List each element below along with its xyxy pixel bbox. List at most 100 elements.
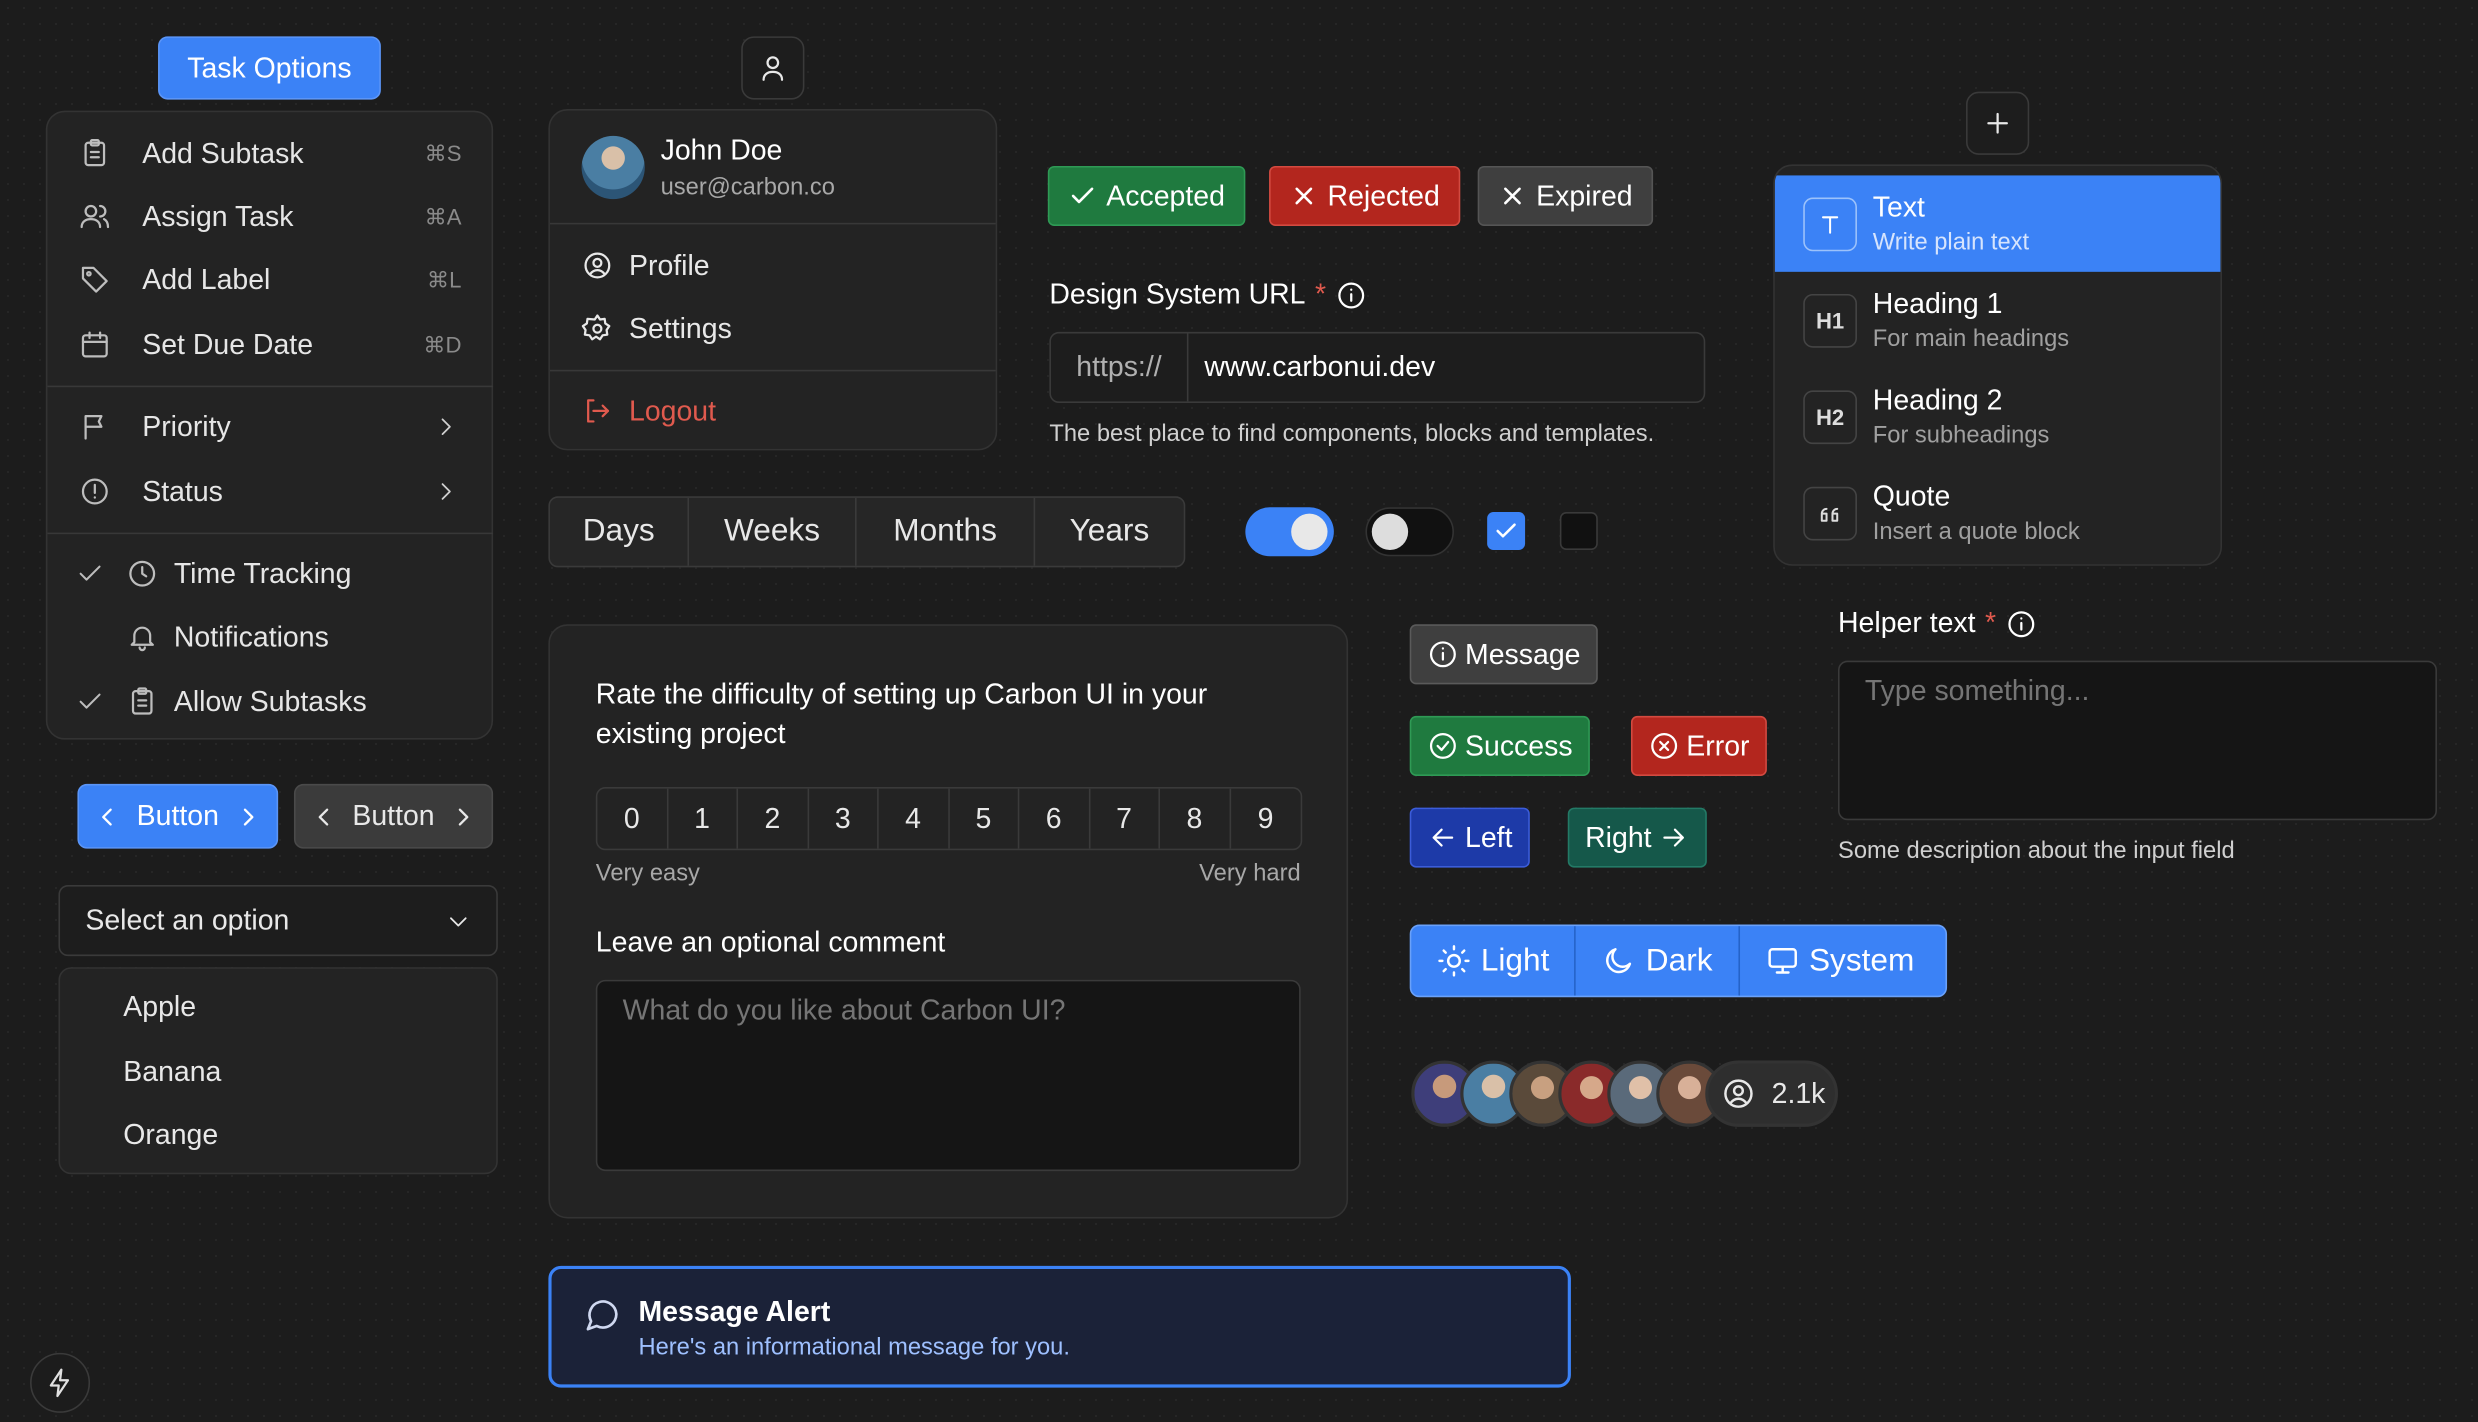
theme-dark[interactable]: Dark: [1576, 926, 1740, 996]
user-circle-icon: [1721, 1076, 1756, 1111]
toggle-switch-on[interactable]: [1245, 507, 1334, 557]
primary-button[interactable]: Button: [77, 783, 279, 849]
menu-item-label: Status: [142, 474, 223, 507]
select-option[interactable]: Orange: [123, 1119, 218, 1152]
heading1-icon: H1: [1803, 293, 1857, 348]
message-circle-icon: [583, 1296, 621, 1334]
insert-item-subtitle: Insert a quote block: [1872, 518, 2080, 546]
menu-item-allow-subtasks[interactable]: Allow Subtasks: [47, 670, 493, 733]
insert-item-quote[interactable]: Quote Insert a quote block: [1775, 465, 2221, 561]
menu-item-assign-task[interactable]: Assign Task ⌘A: [47, 185, 493, 248]
insert-item-subtitle: Write plain text: [1872, 229, 2030, 257]
badge-label: Rejected: [1327, 179, 1440, 211]
url-prefix: https://: [1051, 333, 1189, 402]
rating-option[interactable]: 7: [1090, 788, 1161, 849]
left-button[interactable]: Left: [1409, 807, 1530, 868]
menu-item-time-tracking[interactable]: Time Tracking: [47, 542, 493, 605]
comment-label: Leave an optional comment: [595, 926, 946, 958]
comment-textarea[interactable]: [595, 979, 1301, 1172]
theme-label: System: [1808, 942, 1915, 978]
tab-days[interactable]: Days: [550, 497, 690, 566]
shortcut-hint: ⌘D: [423, 331, 462, 357]
error-tag[interactable]: Error: [1630, 715, 1767, 776]
insert-menu: Text Write plain text H1 Heading 1 For m…: [1773, 164, 2223, 566]
survey-card: Rate the difficulty of setting up Carbon…: [548, 624, 1349, 1219]
x-circle-icon: [1648, 730, 1680, 762]
menu-item-add-label[interactable]: Add Label ⌘L: [47, 248, 493, 311]
required-mark: *: [1314, 278, 1327, 310]
url-helper-text: The best place to find components, block…: [1049, 420, 1655, 448]
field-label: Helper text: [1838, 606, 1976, 639]
task-options-button[interactable]: Task Options: [158, 36, 381, 100]
alert-circle-icon: [79, 476, 111, 508]
select-option[interactable]: Apple: [123, 991, 196, 1024]
user-circle-icon: [582, 250, 614, 282]
rating-option[interactable]: 3: [808, 788, 879, 849]
icon-glyph: H1: [1815, 308, 1845, 334]
menu-item-profile[interactable]: Profile: [550, 234, 996, 297]
checkbox-checked[interactable]: [1487, 512, 1526, 550]
arrow-left-icon: [1427, 822, 1459, 854]
tab-years[interactable]: Years: [1035, 498, 1184, 566]
message-tag[interactable]: Message: [1409, 624, 1598, 685]
select-trigger[interactable]: Select an option: [58, 885, 498, 957]
insert-item-text[interactable]: Text Write plain text: [1774, 175, 2221, 272]
bolt-button[interactable]: [30, 1352, 91, 1413]
rating-option[interactable]: 1: [668, 788, 739, 849]
checkbox-unchecked[interactable]: [1559, 512, 1598, 550]
menu-item-priority[interactable]: Priority: [47, 395, 493, 458]
alert-message: Here's an informational message for you.: [638, 1333, 1070, 1361]
url-input[interactable]: https:// www.carbonui.dev: [1049, 331, 1706, 404]
theme-light[interactable]: Light: [1411, 926, 1577, 996]
menu-item-label: Logout: [628, 394, 717, 426]
insert-item-heading1[interactable]: H1 Heading 1 For main headings: [1775, 272, 2221, 368]
menu-divider: [549, 222, 996, 225]
info-icon: [1427, 638, 1459, 670]
menu-item-add-subtask[interactable]: Add Subtask ⌘S: [47, 122, 493, 185]
task-menu: Add Subtask ⌘S Assign Task ⌘A Add Label …: [45, 110, 494, 740]
menu-item-settings[interactable]: Settings: [550, 297, 996, 360]
gear-icon: [581, 313, 614, 345]
helper-textarea[interactable]: [1838, 660, 2437, 821]
insert-item-title: Heading 2: [1872, 384, 2003, 416]
menu-item-set-due-date[interactable]: Set Due Date ⌘D: [47, 313, 493, 376]
heading2-icon: H2: [1803, 390, 1857, 445]
x-icon: [1290, 182, 1318, 210]
rating-option[interactable]: 2: [738, 788, 809, 849]
badge-expired: Expired: [1477, 165, 1654, 226]
add-block-button[interactable]: [1966, 91, 2030, 155]
user-menu-trigger[interactable]: [741, 36, 805, 100]
menu-item-label: Set Due Date: [142, 327, 314, 360]
rating-option[interactable]: 8: [1160, 788, 1231, 849]
chevron-right-icon: [433, 414, 458, 439]
insert-item-heading2[interactable]: H2 Heading 2 For subheadings: [1775, 368, 2221, 464]
button-label: Button: [136, 799, 219, 832]
menu-item-label: Settings: [628, 312, 732, 344]
right-button[interactable]: Right: [1567, 807, 1707, 868]
tag-label: Message: [1465, 637, 1581, 670]
rating-min-label: Very easy: [595, 859, 700, 887]
tab-weeks[interactable]: Weeks: [689, 497, 857, 566]
menu-item-notifications[interactable]: Notifications: [47, 605, 493, 668]
menu-item-status[interactable]: Status: [47, 460, 493, 523]
theme-system[interactable]: System: [1739, 926, 1946, 996]
select-option[interactable]: Banana: [123, 1056, 221, 1089]
plus-icon: [1982, 107, 2014, 139]
menu-item-label: Allow Subtasks: [173, 685, 367, 717]
success-tag[interactable]: Success: [1409, 715, 1590, 776]
tab-months[interactable]: Months: [857, 497, 1036, 566]
menu-item-label: Profile: [628, 248, 710, 281]
rating-option[interactable]: 9: [1230, 789, 1300, 849]
avatar-count[interactable]: 2.1k: [1705, 1060, 1839, 1127]
rating-option[interactable]: 6: [1019, 788, 1090, 849]
insert-item-subtitle: For main headings: [1872, 325, 2070, 353]
rating-option[interactable]: 5: [949, 788, 1020, 849]
insert-item-subtitle: For subheadings: [1872, 421, 2050, 449]
secondary-button[interactable]: Button: [293, 783, 494, 849]
check-icon: [76, 687, 104, 715]
toggle-switch-off[interactable]: [1365, 507, 1454, 557]
rating-option[interactable]: 4: [879, 788, 950, 849]
rating-option[interactable]: 0: [597, 788, 668, 849]
menu-item-logout[interactable]: Logout: [550, 379, 996, 442]
sun-icon: [1437, 943, 1472, 978]
